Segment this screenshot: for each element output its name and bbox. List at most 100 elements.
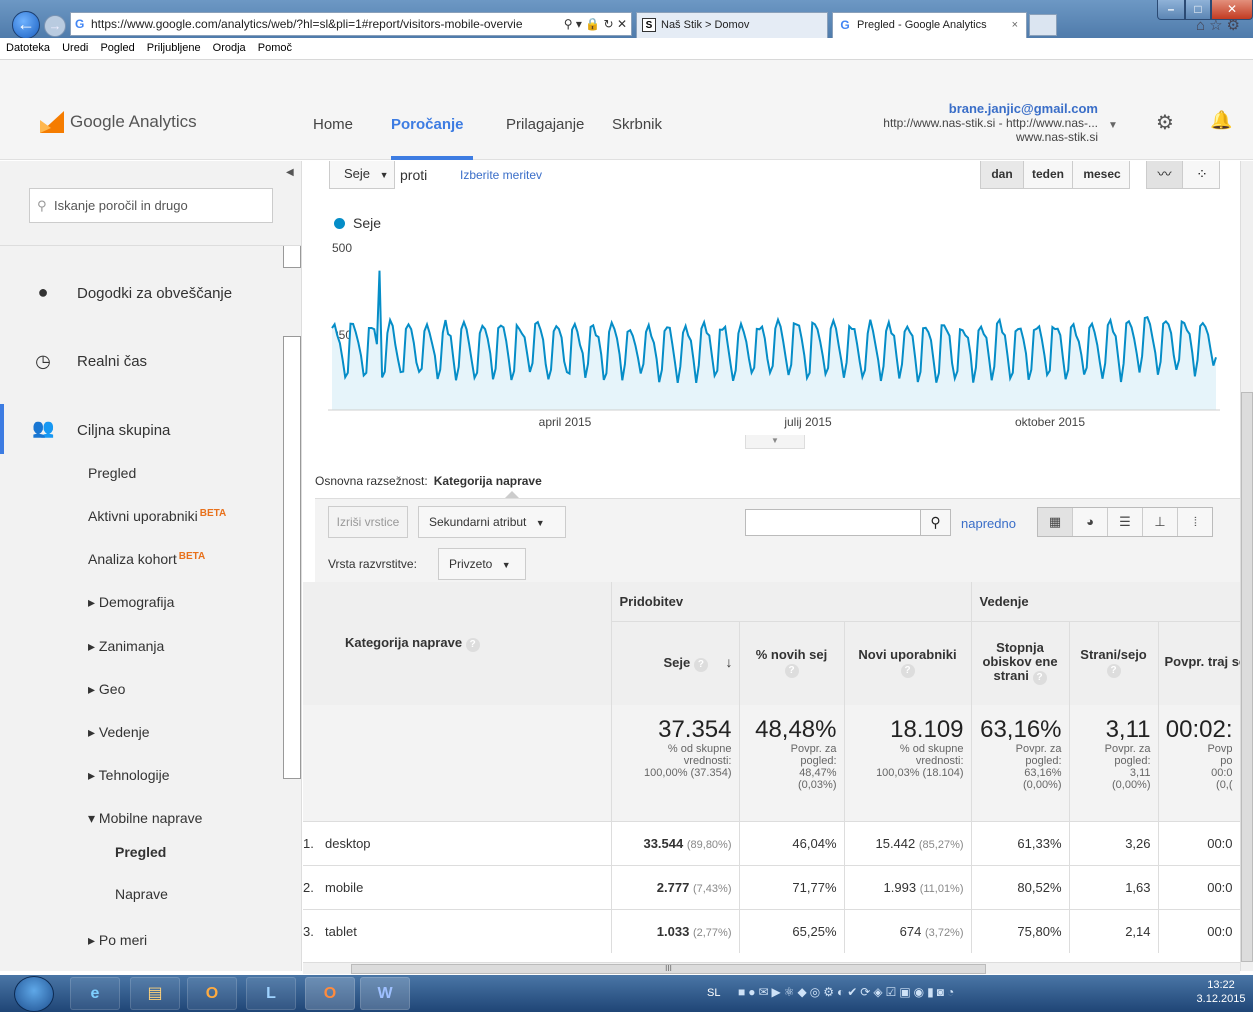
sidebar-sub-demographics[interactable]: ▸ Demografija bbox=[88, 594, 174, 611]
settings-gear-icon[interactable]: ⚙ bbox=[1227, 17, 1244, 34]
advanced-filter-link[interactable]: napredno bbox=[961, 516, 1016, 531]
chevron-down-icon: ▼ bbox=[379, 170, 389, 180]
browser-tab-nas-stik[interactable]: S Naš Stik > Domov bbox=[636, 12, 828, 38]
horizontal-scrollbar-thumb[interactable]: III bbox=[351, 964, 986, 974]
help-icon[interactable]: ? bbox=[900, 664, 915, 679]
account-email[interactable]: brane.janjic@gmail.com bbox=[900, 101, 1098, 116]
column-header-bounce-rate[interactable]: Stopnja obiskov ene strani ? bbox=[971, 620, 1070, 705]
google-analytics-logo-icon[interactable] bbox=[40, 111, 64, 133]
browser-tools[interactable]: ⌂☆⚙ bbox=[1196, 16, 1244, 34]
secondary-dimension-dropdown[interactable]: Sekundarni atribut ▼ bbox=[418, 506, 566, 538]
app-logo-text[interactable]: Google Analytics bbox=[70, 112, 197, 132]
office-icon[interactable]: O bbox=[305, 977, 355, 1010]
help-icon[interactable]: ? bbox=[693, 657, 708, 672]
primary-dimension-value[interactable]: Kategorija naprave bbox=[434, 474, 542, 488]
main-scrollbar-thumb[interactable] bbox=[1241, 392, 1253, 962]
tray-clock[interactable]: 13:22 3.12.2015 bbox=[1196, 978, 1246, 1006]
sidebar-item-real-time[interactable]: Realni čas bbox=[77, 353, 147, 370]
sidebar-item-audience[interactable]: Ciljna skupina bbox=[77, 422, 170, 439]
account-dropdown-icon[interactable]: ▼ bbox=[1108, 120, 1118, 131]
sidebar-sub-mobile[interactable]: ▾ Mobilne naprave bbox=[88, 810, 202, 827]
internet-explorer-icon[interactable]: e bbox=[70, 977, 120, 1010]
menu-tools[interactable]: Orodja bbox=[213, 42, 246, 54]
sidebar-sub-mobile-overview[interactable]: Pregled bbox=[115, 844, 166, 860]
sidebar-sub-behavior[interactable]: ▸ Vedenje bbox=[88, 724, 150, 741]
search-icon[interactable]: ⚲ bbox=[921, 509, 951, 536]
settings-gear-icon[interactable]: ⚙ bbox=[1156, 110, 1174, 135]
nav-admin[interactable]: Skrbnik bbox=[612, 116, 662, 133]
browser-tab-google-analytics[interactable]: G Pregled - Google Analytics × bbox=[832, 12, 1027, 38]
tray-icons[interactable]: ■●✉▶⚛◆◎⚙◐✔⟳◈☑▣◉▮◙◔ bbox=[738, 985, 957, 999]
sidebar-sub-overview[interactable]: Pregled bbox=[88, 465, 136, 481]
dimension-header[interactable]: Kategorija naprave ? bbox=[303, 582, 612, 705]
nav-reporting[interactable]: Poročanje bbox=[391, 116, 464, 133]
sort-type-dropdown[interactable]: Privzeto ▼ bbox=[438, 548, 526, 580]
period-week-button[interactable]: teden bbox=[1023, 161, 1073, 188]
column-header-new-users[interactable]: Novi uporabniki? bbox=[844, 620, 972, 705]
column-header-sessions[interactable]: Seje ? ↓ bbox=[611, 620, 740, 705]
menu-favorites[interactable]: Priljubljene bbox=[147, 42, 201, 54]
menu-edit[interactable]: Uredi bbox=[62, 42, 88, 54]
home-icon[interactable]: ⌂ bbox=[1196, 17, 1209, 34]
pivot-view-icon[interactable]: ⦙ bbox=[1178, 508, 1213, 536]
account-property-line1: http://www.nas-stik.si - http://www.nas-… bbox=[883, 116, 1098, 130]
table-filter-input[interactable] bbox=[745, 509, 921, 536]
sidebar-sub-custom[interactable]: ▸ Po meri bbox=[88, 932, 147, 949]
device-link[interactable]: tablet bbox=[325, 924, 357, 939]
performance-view-icon[interactable]: ☰ bbox=[1108, 508, 1143, 536]
sidebar-item-intelligence-events[interactable]: Dogodki za obveščanje bbox=[77, 285, 232, 302]
help-icon[interactable]: ? bbox=[784, 664, 799, 679]
comparison-view-icon[interactable]: ⊥ bbox=[1143, 508, 1178, 536]
address-tools[interactable]: ⚲ ▾ 🔒 ↻ ✕ bbox=[559, 13, 627, 35]
sidebar-scrollbar-thumb[interactable] bbox=[283, 336, 301, 779]
lync-icon[interactable]: L bbox=[246, 977, 296, 1010]
favorites-star-icon[interactable]: ☆ bbox=[1209, 17, 1226, 34]
tray-language[interactable]: SL bbox=[707, 987, 720, 999]
file-explorer-icon[interactable]: ▤ bbox=[130, 977, 180, 1010]
nav-home[interactable]: Home bbox=[313, 116, 353, 133]
sidebar-sub-geo[interactable]: ▸ Geo bbox=[88, 681, 125, 698]
account-property[interactable]: http://www.nas-stik.si - http://www.nas-… bbox=[840, 116, 1098, 144]
period-month-button[interactable]: mesec bbox=[1073, 161, 1131, 188]
word-icon[interactable]: W bbox=[360, 977, 410, 1010]
sidebar-sub-mobile-devices[interactable]: Naprave bbox=[115, 886, 168, 902]
menu-help[interactable]: Pomoč bbox=[258, 42, 292, 54]
line-chart-icon[interactable]: 〰 bbox=[1147, 161, 1183, 188]
menu-file[interactable]: Datoteka bbox=[6, 42, 50, 54]
total-note: vrednosti: bbox=[683, 755, 732, 767]
metric-select[interactable]: Seje ▼ bbox=[329, 161, 395, 189]
close-tab-icon[interactable]: × bbox=[1012, 13, 1018, 37]
menu-view[interactable]: Pogled bbox=[100, 42, 134, 54]
help-icon[interactable]: ? bbox=[465, 638, 480, 652]
column-header-new-sessions-pct[interactable]: % novih sej? bbox=[739, 620, 845, 705]
device-link[interactable]: desktop bbox=[325, 836, 371, 851]
start-button-icon[interactable] bbox=[14, 976, 54, 1012]
help-icon[interactable]: ? bbox=[1106, 664, 1121, 679]
address-bar[interactable]: G https://www.google.com/analytics/web/?… bbox=[70, 12, 632, 36]
column-header-avg-duration[interactable]: Povpr. traj seje ? bbox=[1158, 620, 1240, 705]
sidebar-scrollbar-top[interactable] bbox=[283, 246, 301, 268]
plot-rows-button[interactable]: Izriši vrstice bbox=[328, 506, 408, 538]
sidebar-collapse-icon[interactable]: ◀ bbox=[286, 167, 294, 178]
device-link[interactable]: mobile bbox=[325, 880, 363, 895]
sidebar-sub-interests[interactable]: ▸ Zanimanja bbox=[88, 638, 164, 655]
forward-button[interactable]: → bbox=[44, 15, 66, 37]
table-view-icon[interactable]: ▦ bbox=[1038, 508, 1073, 536]
chart-expand-handle[interactable]: ▼ bbox=[745, 435, 805, 449]
sidebar-sub-cohort-analysis[interactable]: Analiza kohort BETA bbox=[88, 551, 205, 567]
pie-view-icon[interactable]: ◕ bbox=[1073, 508, 1108, 536]
back-button[interactable]: ← bbox=[12, 11, 40, 39]
horizontal-scrollbar[interactable]: III bbox=[303, 962, 1240, 974]
sidebar-sub-active-users[interactable]: Aktivni uporabniki BETA bbox=[88, 508, 226, 524]
help-icon[interactable]: ? bbox=[1032, 671, 1047, 686]
report-search-input[interactable]: ⚲ Iskanje poročil in drugo bbox=[29, 188, 273, 223]
notifications-bell-icon[interactable]: 🔔 bbox=[1210, 110, 1232, 131]
new-tab-button[interactable] bbox=[1029, 14, 1057, 36]
sidebar-sub-technology[interactable]: ▸ Tehnologije bbox=[88, 767, 170, 784]
column-header-pages-per-session[interactable]: Strani/sejo? bbox=[1069, 620, 1159, 705]
nav-customization[interactable]: Prilagajanje bbox=[506, 116, 584, 133]
motion-chart-icon[interactable]: ⁘ bbox=[1184, 161, 1220, 188]
select-metric-link[interactable]: Izberite meritev bbox=[460, 168, 542, 182]
outlook-icon[interactable]: O bbox=[187, 977, 237, 1010]
period-day-button[interactable]: dan bbox=[981, 161, 1023, 188]
